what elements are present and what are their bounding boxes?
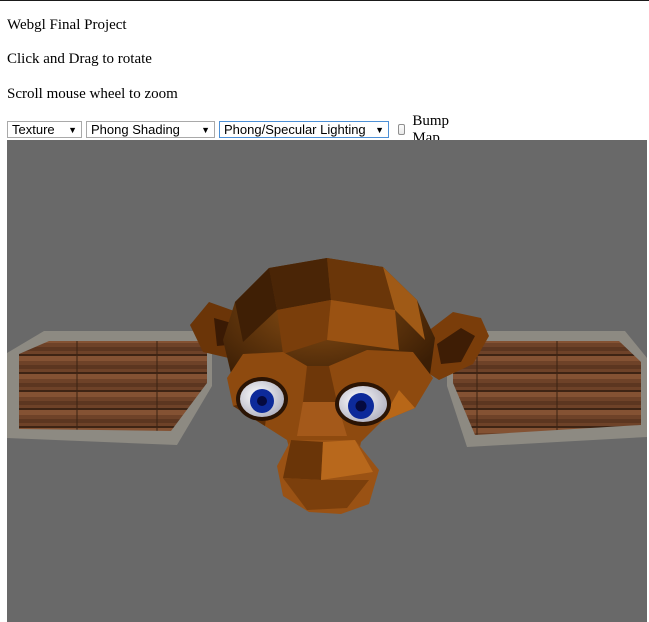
instruction-rotate: Click and Drag to rotate (7, 51, 152, 67)
bump-map-checkbox[interactable] (398, 124, 406, 135)
wooden-plane-left (7, 331, 212, 445)
top-border (0, 0, 649, 1)
shading-select[interactable]: Phong Shading ▼ (86, 121, 215, 138)
texture-select-value: Texture (12, 122, 55, 137)
bump-map-toggle[interactable]: Bump Map (398, 113, 453, 146)
chevron-down-icon: ▼ (201, 125, 210, 135)
monkey-eye-right (335, 382, 391, 426)
shading-select-value: Phong Shading (91, 122, 180, 137)
chevron-down-icon: ▼ (68, 125, 77, 135)
lighting-select[interactable]: Phong/Specular Lighting ▼ (219, 121, 389, 138)
page-title: Webgl Final Project (7, 17, 127, 33)
webgl-canvas[interactable] (7, 140, 647, 622)
instruction-zoom: Scroll mouse wheel to zoom (7, 86, 178, 102)
chevron-down-icon: ▼ (375, 125, 384, 135)
lighting-select-value: Phong/Specular Lighting (224, 122, 366, 137)
monkey-eye-left (236, 377, 288, 421)
texture-select[interactable]: Texture ▼ (7, 121, 82, 138)
monkey-head (190, 258, 489, 514)
